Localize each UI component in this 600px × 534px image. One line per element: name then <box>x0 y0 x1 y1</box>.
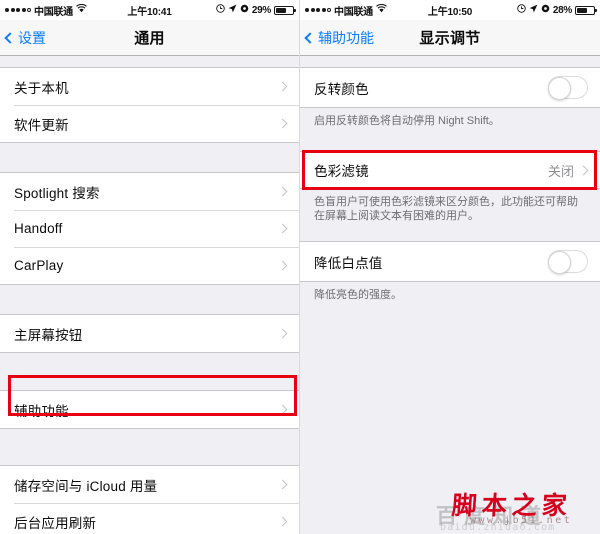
left-nav-bar: 设置 通用 <box>0 20 299 56</box>
chevron-right-icon <box>578 165 589 175</box>
list-item-invert-colors[interactable]: 反转颜色 <box>300 68 600 107</box>
settings-group-invert-colors: 反转颜色 <box>300 67 600 108</box>
list-item-about[interactable]: 关于本机 <box>0 68 299 105</box>
alarm-clock-icon <box>517 4 526 16</box>
list-item-storage-icloud[interactable]: 储存空间与 iCloud 用量 <box>0 466 299 503</box>
list-item-label: 主屏幕按钮 <box>14 327 83 343</box>
list-item-label: 关于本机 <box>14 80 69 96</box>
chevron-right-icon <box>277 479 288 490</box>
list-item-accessory <box>277 186 289 197</box>
list-item-label: 储存空间与 iCloud 用量 <box>14 478 158 494</box>
list-item-label: CarPlay <box>14 258 64 273</box>
chevron-right-icon <box>277 328 288 339</box>
list-item-accessory <box>277 404 289 415</box>
list-gap <box>0 285 299 314</box>
list-item-reduce-white-point[interactable]: 降低白点值 <box>300 242 600 281</box>
chevron-right-icon <box>277 516 288 527</box>
list-item-label: 软件更新 <box>14 117 69 133</box>
list-item-label: 色彩滤镜 <box>314 164 369 179</box>
chevron-left-icon <box>304 31 316 44</box>
battery-percent-label: 28% <box>552 4 572 16</box>
list-item-carplay[interactable]: CarPlay <box>0 247 299 284</box>
list-item-accessory <box>277 479 289 490</box>
list-item-color-filters[interactable]: 色彩滤镜 关闭 <box>300 152 600 188</box>
back-button-label: 辅助功能 <box>318 29 374 46</box>
list-gap <box>300 136 600 151</box>
list-item-handoff[interactable]: Handoff <box>0 210 299 247</box>
back-button-label: 设置 <box>18 29 46 46</box>
list-item-accessory: 关闭 <box>548 161 590 180</box>
list-item-spotlight-search[interactable]: Spotlight 搜索 <box>0 173 299 210</box>
list-gap <box>0 56 299 67</box>
list-item-label: Handoff <box>14 221 63 236</box>
chevron-right-icon <box>277 186 288 197</box>
screenshot-root: 中国联通 上午10:41 29% 设置 通用 关于本机 软件更新 Spotlig… <box>0 0 600 534</box>
settings-group-reduce-white-point: 降低白点值 <box>300 241 600 282</box>
right-phone-panel: 中国联通 上午10:50 28% 辅助功能 显示调节 反转颜色 启用反转颜色将自… <box>300 0 600 534</box>
settings-group-device: 关于本机 软件更新 <box>0 67 299 143</box>
alarm-clock-icon <box>216 4 225 16</box>
footnote-color-filters: 色盲用户可使用色彩滤镜来区分颜色，此功能还可帮助在屏幕上阅读文本有困难的用户。 <box>300 189 600 231</box>
list-item-background-refresh[interactable]: 后台应用刷新 <box>0 503 299 534</box>
rotation-lock-icon <box>541 4 550 16</box>
list-item-accessory <box>277 81 289 92</box>
list-item-accessibility[interactable]: 辅助功能 <box>0 391 299 428</box>
list-item-accessory <box>548 250 590 274</box>
chevron-right-icon <box>277 404 288 415</box>
footnote-invert-colors: 启用反转颜色将自动停用 Night Shift。 <box>300 108 600 136</box>
list-item-accessory <box>548 76 590 100</box>
chevron-right-icon <box>277 223 288 234</box>
left-status-bar-indicators: 29% <box>216 4 296 16</box>
list-item-label: 降低白点值 <box>314 255 383 271</box>
chevron-right-icon <box>277 260 288 271</box>
list-item-home-button[interactable]: 主屏幕按钮 <box>0 315 299 352</box>
list-gap <box>0 353 299 390</box>
list-item-value: 关闭 <box>547 163 574 179</box>
back-button-settings[interactable]: 设置 <box>4 28 46 48</box>
rotation-lock-icon <box>240 4 249 16</box>
list-item-label: 辅助功能 <box>14 403 69 419</box>
battery-icon <box>274 5 296 15</box>
list-item-accessory <box>277 118 289 129</box>
chevron-right-icon <box>277 118 288 129</box>
reduce-white-point-toggle[interactable] <box>548 250 588 274</box>
list-item-label: 反转颜色 <box>314 81 369 97</box>
list-gap <box>0 143 299 172</box>
list-gap <box>300 56 600 67</box>
list-gap <box>0 429 299 465</box>
display-accommodations-list: 反转颜色 启用反转颜色将自动停用 Night Shift。 色彩滤镜 关闭 色盲… <box>300 56 600 534</box>
settings-group-features: Spotlight 搜索 Handoff CarPlay <box>0 172 299 285</box>
invert-colors-toggle[interactable] <box>548 76 588 100</box>
left-settings-list: 关于本机 软件更新 Spotlight 搜索 Handoff CarPlay 主… <box>0 56 299 534</box>
right-nav-bar: 辅助功能 显示调节 <box>300 20 600 56</box>
list-item-accessory <box>277 260 289 271</box>
list-item-accessory <box>277 223 289 234</box>
battery-percent-label: 29% <box>251 4 271 16</box>
right-status-bar-indicators: 28% <box>517 4 597 16</box>
list-item-label: Spotlight 搜索 <box>14 185 100 201</box>
right-status-bar: 中国联通 上午10:50 28% <box>300 0 600 20</box>
list-gap <box>300 231 600 241</box>
battery-icon <box>575 5 597 15</box>
left-status-bar: 中国联通 上午10:41 29% <box>0 0 299 20</box>
settings-group-color-filters: 色彩滤镜 关闭 <box>300 151 600 189</box>
list-item-accessory <box>277 328 289 339</box>
left-phone-panel: 中国联通 上午10:41 29% 设置 通用 关于本机 软件更新 Spotlig… <box>0 0 300 534</box>
location-arrow-icon <box>529 4 538 16</box>
list-item-accessory <box>277 516 289 527</box>
list-item-label: 后台应用刷新 <box>14 515 97 531</box>
back-button-accessibility[interactable]: 辅助功能 <box>304 28 374 48</box>
settings-group-storage: 储存空间与 iCloud 用量 后台应用刷新 <box>0 465 299 534</box>
footnote-reduce-white-point: 降低亮色的强度。 <box>300 282 600 310</box>
location-arrow-icon <box>228 4 237 16</box>
list-item-software-update[interactable]: 软件更新 <box>0 105 299 142</box>
settings-group-home-button: 主屏幕按钮 <box>0 314 299 353</box>
settings-group-accessibility: 辅助功能 <box>0 390 299 429</box>
chevron-left-icon <box>4 31 16 44</box>
chevron-right-icon <box>277 81 288 92</box>
